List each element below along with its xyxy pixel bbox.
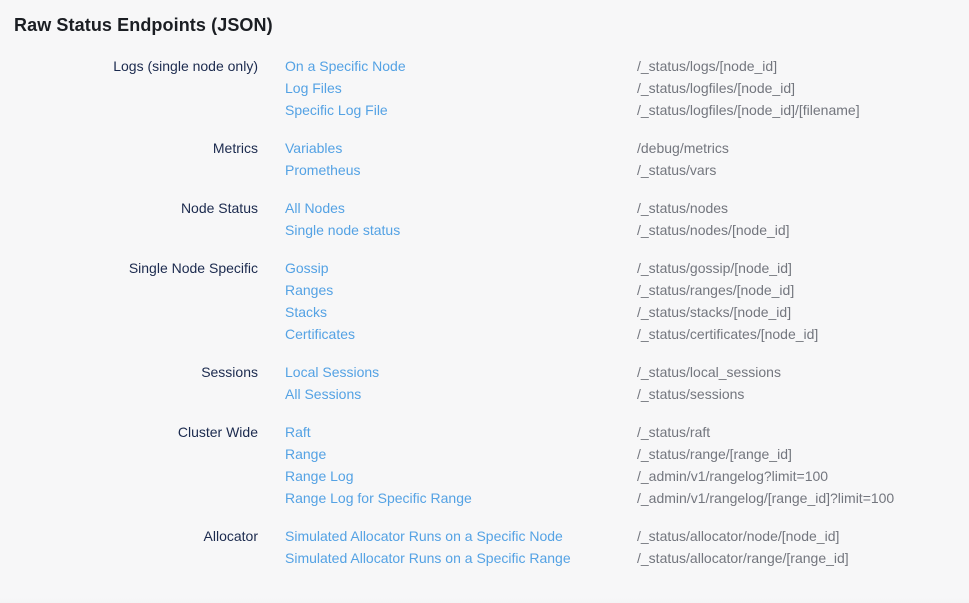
endpoint-row: Specific Log File /_status/logfiles/[nod… [285, 99, 969, 121]
endpoint-row: Ranges /_status/ranges/[node_id] [285, 279, 969, 301]
bottom-divider [0, 598, 969, 603]
group-rows: All Nodes /_status/nodes Single node sta… [285, 197, 969, 241]
group-node-status: Node Status All Nodes /_status/nodes Sin… [0, 197, 969, 241]
endpoint-path: /_status/gossip/[node_id] [637, 257, 792, 279]
endpoint-row: Range Log for Specific Range /_admin/v1/… [285, 487, 969, 509]
endpoint-row: Variables /debug/metrics [285, 137, 969, 159]
endpoint-path: /_status/range/[range_id] [637, 443, 792, 465]
endpoint-path: /_status/vars [637, 159, 716, 181]
endpoint-link[interactable]: Raft [285, 421, 637, 443]
endpoint-row: Raft /_status/raft [285, 421, 969, 443]
endpoint-row: Single node status /_status/nodes/[node_… [285, 219, 969, 241]
group-rows: Gossip /_status/gossip/[node_id] Ranges … [285, 257, 969, 345]
endpoint-row: All Nodes /_status/nodes [285, 197, 969, 219]
endpoint-path: /_status/logfiles/[node_id]/[filename] [637, 99, 860, 121]
endpoint-link[interactable]: On a Specific Node [285, 55, 637, 77]
category-label: Single Node Specific [0, 257, 258, 279]
endpoint-link[interactable]: Range Log [285, 465, 637, 487]
group-rows: Raft /_status/raft Range /_status/range/… [285, 421, 969, 509]
endpoint-path: /_status/allocator/node/[node_id] [637, 525, 839, 547]
endpoint-row: Simulated Allocator Runs on a Specific R… [285, 547, 969, 569]
endpoint-link[interactable]: Single node status [285, 219, 637, 241]
endpoint-row: All Sessions /_status/sessions [285, 383, 969, 405]
endpoint-row: On a Specific Node /_status/logs/[node_i… [285, 55, 969, 77]
group-metrics: Metrics Variables /debug/metrics Prometh… [0, 137, 969, 181]
category-label: Node Status [0, 197, 258, 219]
endpoint-link[interactable]: Gossip [285, 257, 637, 279]
endpoint-path: /_status/sessions [637, 383, 744, 405]
group-single-node-specific: Single Node Specific Gossip /_status/gos… [0, 257, 969, 345]
category-label: Sessions [0, 361, 258, 383]
group-rows: On a Specific Node /_status/logs/[node_i… [285, 55, 969, 121]
group-logs: Logs (single node only) On a Specific No… [0, 55, 969, 121]
endpoint-path: /_status/stacks/[node_id] [637, 301, 791, 323]
endpoint-link[interactable]: All Nodes [285, 197, 637, 219]
endpoint-path: /_status/allocator/range/[range_id] [637, 547, 849, 569]
endpoint-row: Range /_status/range/[range_id] [285, 443, 969, 465]
raw-status-endpoints-page: Raw Status Endpoints (JSON) Logs (single… [0, 13, 969, 603]
endpoint-link[interactable]: Variables [285, 137, 637, 159]
endpoint-path: /_admin/v1/rangelog?limit=100 [637, 465, 828, 487]
endpoint-row: Stacks /_status/stacks/[node_id] [285, 301, 969, 323]
endpoint-link[interactable]: Prometheus [285, 159, 637, 181]
endpoint-path: /_admin/v1/rangelog/[range_id]?limit=100 [637, 487, 894, 509]
endpoint-link[interactable]: Range Log for Specific Range [285, 487, 637, 509]
endpoint-path: /_status/logfiles/[node_id] [637, 77, 795, 99]
group-rows: Variables /debug/metrics Prometheus /_st… [285, 137, 969, 181]
group-sessions: Sessions Local Sessions /_status/local_s… [0, 361, 969, 405]
page-title: Raw Status Endpoints (JSON) [14, 13, 969, 37]
endpoint-link[interactable]: Simulated Allocator Runs on a Specific N… [285, 525, 637, 547]
category-label: Cluster Wide [0, 421, 258, 443]
endpoint-link[interactable]: Certificates [285, 323, 637, 345]
endpoint-row: Range Log /_admin/v1/rangelog?limit=100 [285, 465, 969, 487]
endpoint-row: Local Sessions /_status/local_sessions [285, 361, 969, 383]
endpoint-row: Certificates /_status/certificates/[node… [285, 323, 969, 345]
endpoint-link[interactable]: Range [285, 443, 637, 465]
endpoint-path: /_status/raft [637, 421, 710, 443]
endpoint-path: /_status/logs/[node_id] [637, 55, 777, 77]
endpoint-path: /debug/metrics [637, 137, 729, 159]
endpoint-link[interactable]: Specific Log File [285, 99, 637, 121]
endpoint-path: /_status/local_sessions [637, 361, 781, 383]
group-rows: Simulated Allocator Runs on a Specific N… [285, 525, 969, 569]
endpoint-link[interactable]: All Sessions [285, 383, 637, 405]
endpoint-link[interactable]: Local Sessions [285, 361, 637, 383]
endpoint-link[interactable]: Simulated Allocator Runs on a Specific R… [285, 547, 637, 569]
category-label: Metrics [0, 137, 258, 159]
endpoint-row: Gossip /_status/gossip/[node_id] [285, 257, 969, 279]
endpoint-link[interactable]: Ranges [285, 279, 637, 301]
endpoint-link[interactable]: Log Files [285, 77, 637, 99]
category-label: Logs (single node only) [0, 55, 258, 77]
group-rows: Local Sessions /_status/local_sessions A… [285, 361, 969, 405]
endpoint-groups: Logs (single node only) On a Specific No… [0, 55, 969, 569]
endpoint-link[interactable]: Stacks [285, 301, 637, 323]
group-allocator: Allocator Simulated Allocator Runs on a … [0, 525, 969, 569]
endpoint-row: Log Files /_status/logfiles/[node_id] [285, 77, 969, 99]
endpoint-path: /_status/nodes/[node_id] [637, 219, 790, 241]
category-label: Allocator [0, 525, 258, 547]
endpoint-row: Prometheus /_status/vars [285, 159, 969, 181]
endpoint-path: /_status/nodes [637, 197, 728, 219]
endpoint-path: /_status/certificates/[node_id] [637, 323, 818, 345]
endpoint-row: Simulated Allocator Runs on a Specific N… [285, 525, 969, 547]
group-cluster-wide: Cluster Wide Raft /_status/raft Range /_… [0, 421, 969, 509]
endpoint-path: /_status/ranges/[node_id] [637, 279, 794, 301]
